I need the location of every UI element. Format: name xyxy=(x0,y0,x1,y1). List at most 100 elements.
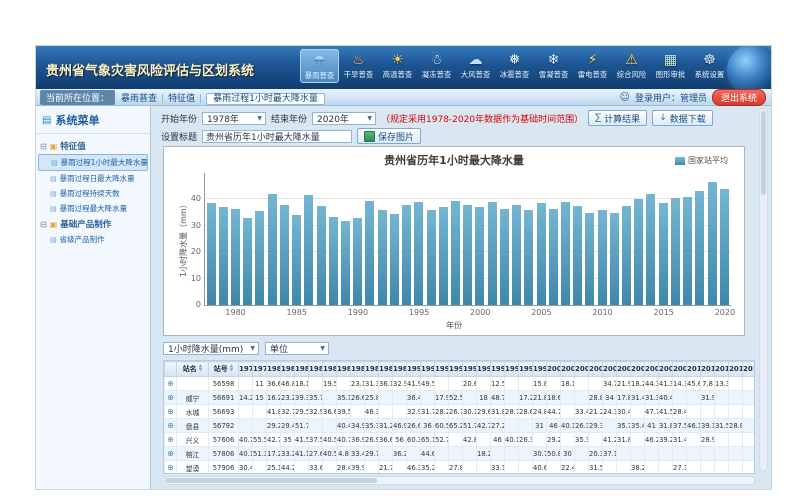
column-header-year[interactable]: 1988 xyxy=(379,362,393,377)
value-cell xyxy=(505,461,519,475)
nav-item-lightning[interactable]: ⚡雷电普查 xyxy=(573,49,612,83)
column-header-year[interactable]: 1994 xyxy=(463,362,477,377)
sidebar-group-基础产品制作[interactable]: ⊟▣基础产品制作 xyxy=(38,216,148,232)
column-header-year[interactable]: 2014 xyxy=(743,362,756,377)
nav-item-snow[interactable]: ❄雪凝普查 xyxy=(534,49,573,83)
sidebar-item[interactable]: ▤暴雨过程日最大降水量 xyxy=(38,171,148,186)
nav-item-composite-risk[interactable]: ⚠综合风险 xyxy=(612,49,651,83)
logout-button[interactable]: 退出系统 xyxy=(712,89,766,106)
sidebar-item[interactable]: ▤省级产品制作 xyxy=(38,232,148,247)
unit-select[interactable]: 单位 ▼ xyxy=(265,342,329,355)
nav-item-hail[interactable]: ❅冰雹普查 xyxy=(495,49,534,83)
breadcrumb-item[interactable]: 暴雨普查 xyxy=(121,94,157,104)
column-header-year[interactable]: 2010 xyxy=(687,362,701,377)
breadcrumb-item[interactable]: 特征值 xyxy=(168,94,195,104)
column-header-year[interactable]: 1985 xyxy=(337,362,351,377)
column-header-year[interactable]: 2012 xyxy=(715,362,729,377)
column-header-year[interactable]: 2000 xyxy=(547,362,561,377)
value-cell: 46.8 xyxy=(281,377,295,391)
value-cell: 27.6 xyxy=(309,447,323,461)
download-button[interactable]: ↓ 数据下载 xyxy=(652,110,713,126)
column-header-year[interactable]: 1979 xyxy=(253,362,267,377)
column-header-year[interactable]: 2007 xyxy=(645,362,659,377)
column-header-year[interactable]: 1998 xyxy=(519,362,533,377)
column-header-year[interactable]: 2005 xyxy=(617,362,631,377)
row-expander-cell[interactable]: ⊕ xyxy=(165,433,177,447)
nav-item-drought[interactable]: ♨干旱普查 xyxy=(339,49,378,83)
column-header-year[interactable]: 1992 xyxy=(435,362,449,377)
column-header-station-name[interactable]: 站名▲▼ xyxy=(177,362,209,377)
row-expander-cell[interactable]: ⊕ xyxy=(165,405,177,419)
column-header-year[interactable]: 2009 xyxy=(673,362,687,377)
value-cell: 36.2 xyxy=(393,447,407,461)
column-header-year[interactable]: 1997 xyxy=(505,362,519,377)
calculator-icon: ∑ xyxy=(595,113,601,123)
column-header-station-id[interactable]: 站号▲▼ xyxy=(209,362,239,377)
row-expander-cell[interactable]: ⊕ xyxy=(165,419,177,433)
sidebar-item[interactable]: ▤暴雨过程最大降水量 xyxy=(38,201,148,216)
breadcrumb-item[interactable]: 暴雨过程1小时最大降水量 xyxy=(206,93,325,105)
element-select[interactable]: 1小时降水量(mm) ▼ xyxy=(163,342,259,355)
tree-expander-icon[interactable]: ⊟ xyxy=(40,220,47,229)
column-header-year[interactable]: 2008 xyxy=(659,362,673,377)
expand-icon[interactable]: ⊕ xyxy=(167,379,174,388)
nav-item-rainstorm[interactable]: ☂暴雨普查 xyxy=(300,49,339,83)
column-header-year[interactable]: 1982 xyxy=(295,362,309,377)
expand-icon[interactable]: ⊕ xyxy=(167,463,174,472)
row-expander-cell[interactable]: ⊕ xyxy=(165,391,177,405)
column-header-year[interactable]: 2006 xyxy=(631,362,645,377)
column-header-year[interactable]: 2002 xyxy=(575,362,589,377)
nav-item-freeze[interactable]: ☃凝冻普查 xyxy=(417,49,456,83)
nav-item-wind[interactable]: ☁大风普查 xyxy=(456,49,495,83)
column-header-year[interactable]: 2011 xyxy=(701,362,715,377)
column-header-year[interactable]: 1980 xyxy=(267,362,281,377)
row-expander-cell[interactable]: ⊕ xyxy=(165,447,177,461)
column-header-year[interactable]: 2004 xyxy=(603,362,617,377)
nav-item-map-approval[interactable]: ▦图形审批 xyxy=(651,49,690,83)
column-header-year[interactable]: 2001 xyxy=(561,362,575,377)
bar-2016 xyxy=(671,198,680,305)
column-header-year[interactable]: 1987 xyxy=(365,362,379,377)
column-header-year[interactable]: 1983 xyxy=(309,362,323,377)
column-header-year[interactable]: 1999 xyxy=(533,362,547,377)
calculate-button[interactable]: ∑ 计算结果 xyxy=(588,110,647,126)
sidebar-item-label: 暴雨过程1小时最大降水量 xyxy=(61,157,148,168)
sidebar-item[interactable]: ▤暴雨过程持续天数 xyxy=(38,186,148,201)
horizontal-scrollbar-thumb[interactable] xyxy=(165,478,377,483)
column-header-year[interactable]: 1991 xyxy=(421,362,435,377)
column-header-year[interactable]: 1989 xyxy=(393,362,407,377)
nav-item-label: 综合风险 xyxy=(614,69,650,79)
value-cell: 28.9 xyxy=(701,433,715,447)
column-header-year[interactable]: 1995 xyxy=(477,362,491,377)
expand-icon[interactable]: ⊕ xyxy=(167,407,174,416)
save-image-button[interactable]: 保存图片 xyxy=(357,128,421,144)
horizontal-scrollbar[interactable] xyxy=(163,476,755,485)
column-header-year[interactable]: 1990 xyxy=(407,362,421,377)
sort-icon[interactable]: ▲▼ xyxy=(199,365,202,373)
nav-item-high-temp[interactable]: ☀高温普查 xyxy=(378,49,417,83)
sidebar-item[interactable]: ▤暴雨过程1小时最大降水量 xyxy=(38,154,148,171)
chart-title-input[interactable] xyxy=(202,130,352,143)
nav-item-settings[interactable]: ☸系统设置 xyxy=(690,49,729,83)
tree-expander-icon[interactable]: ⊟ xyxy=(40,142,47,151)
column-header-year[interactable]: 1993 xyxy=(449,362,463,377)
column-header-year[interactable]: 1981 xyxy=(281,362,295,377)
end-year-select[interactable]: 2020年 ▼ xyxy=(312,112,376,125)
expand-icon[interactable]: ⊕ xyxy=(167,393,174,402)
expand-icon[interactable]: ⊕ xyxy=(167,421,174,430)
sidebar-group-特征值[interactable]: ⊟▣特征值 xyxy=(38,138,148,154)
column-header-year[interactable]: 1978 xyxy=(239,362,253,377)
row-expander-cell[interactable]: ⊕ xyxy=(165,377,177,391)
column-header-year[interactable]: 1984 xyxy=(323,362,337,377)
sort-icon[interactable]: ▲▼ xyxy=(230,365,233,373)
column-header-year[interactable]: 1986 xyxy=(351,362,365,377)
start-year-select[interactable]: 1978年 ▼ xyxy=(202,112,266,125)
column-header-year[interactable]: 2013 xyxy=(729,362,743,377)
expand-icon[interactable]: ⊕ xyxy=(167,435,174,444)
row-expander-cell[interactable]: ⊕ xyxy=(165,461,177,475)
column-header-year[interactable]: 2003 xyxy=(589,362,603,377)
vertical-scrollbar[interactable] xyxy=(759,108,768,471)
column-header-year[interactable]: 1996 xyxy=(491,362,505,377)
expand-icon[interactable]: ⊕ xyxy=(167,449,174,458)
vertical-scrollbar-thumb[interactable] xyxy=(761,111,766,195)
